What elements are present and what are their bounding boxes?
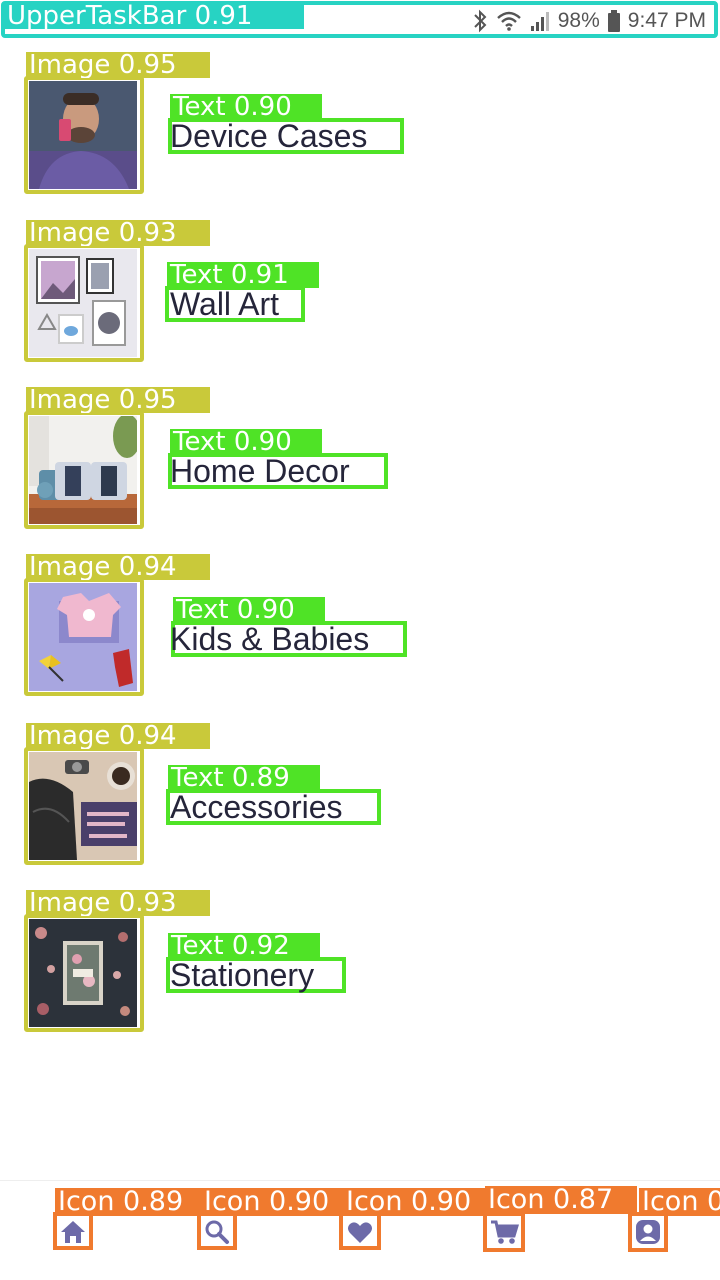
battery-percent: 98% xyxy=(557,9,600,32)
category-label[interactable]: Device Cases xyxy=(170,119,367,153)
text-tag-label: Text xyxy=(170,262,223,288)
image-tag-label: Image xyxy=(29,890,111,916)
text-detection-tag: Text 0.90 xyxy=(173,597,325,623)
stationery-thumbnail[interactable] xyxy=(29,919,137,1027)
category-label[interactable]: Wall Art xyxy=(170,287,279,321)
image-detection-tag: Image 0.94 xyxy=(26,554,210,580)
image-detection-tag: Image 0.93 xyxy=(26,220,210,246)
device-cases-thumbnail[interactable] xyxy=(29,81,137,189)
text-tag-score: 0.92 xyxy=(231,933,290,959)
clock: 9:47 PM xyxy=(627,9,706,32)
image-tag-score: 0.94 xyxy=(118,723,177,749)
text-detection-tag: Text 0.90 xyxy=(170,429,322,455)
kids-babies-thumbnail[interactable] xyxy=(29,583,137,691)
image-tag-label: Image xyxy=(29,52,111,78)
status-bar-detection-tag: UpperTaskBar 0.91 xyxy=(4,3,304,29)
wifi-icon xyxy=(496,11,521,31)
icon-detection-tag: Icon 0.87 xyxy=(485,1186,637,1214)
image-detection-tag: Image 0.95 xyxy=(26,387,210,413)
search-icon[interactable] xyxy=(197,1212,237,1252)
category-label[interactable]: Stationery xyxy=(170,958,314,992)
battery-icon xyxy=(607,10,620,32)
signal-icon xyxy=(530,12,549,31)
accessories-thumbnail[interactable] xyxy=(29,752,137,860)
category-label[interactable]: Kids & Babies xyxy=(170,622,369,656)
cart-icon[interactable] xyxy=(484,1212,524,1252)
text-tag-score: 0.90 xyxy=(233,429,292,455)
wall-art-thumbnail[interactable] xyxy=(29,249,137,357)
home-icon[interactable] xyxy=(53,1212,93,1252)
image-tag-score: 0.94 xyxy=(118,554,177,580)
text-tag-label: Text xyxy=(171,765,224,791)
image-detection-tag: Image 0.94 xyxy=(26,723,210,749)
image-tag-score: 0.95 xyxy=(118,52,177,78)
category-label[interactable]: Home Decor xyxy=(170,454,350,488)
text-tag-score: 0.90 xyxy=(233,94,292,120)
text-detection-tag: Text 0.92 xyxy=(168,933,320,959)
text-tag-score: 0.90 xyxy=(236,597,295,623)
image-tag-label: Image xyxy=(29,387,111,413)
image-tag-label: Image xyxy=(29,220,111,246)
image-tag-score: 0.93 xyxy=(118,890,177,916)
status-bar-tag-label: UpperTaskBar xyxy=(7,3,187,29)
image-tag-label: Image xyxy=(29,554,111,580)
text-detection-tag: Text 0.89 xyxy=(168,765,320,791)
category-label[interactable]: Accessories xyxy=(170,790,343,824)
image-tag-label: Image xyxy=(29,723,111,749)
image-tag-score: 0.93 xyxy=(118,220,177,246)
text-tag-label: Text xyxy=(173,429,226,455)
image-detection-tag: Image 0.95 xyxy=(26,52,210,78)
status-bar: UpperTaskBar 0.91 98% 9:47 PM xyxy=(0,0,720,40)
profile-icon[interactable] xyxy=(628,1212,668,1252)
text-detection-tag: Text 0.91 xyxy=(167,262,319,288)
status-icons: 98% 9:47 PM xyxy=(472,6,706,36)
home-decor-thumbnail[interactable] xyxy=(29,416,137,524)
text-tag-score: 0.89 xyxy=(231,765,290,791)
image-tag-score: 0.95 xyxy=(118,387,177,413)
text-detection-tag: Text 0.90 xyxy=(170,94,322,120)
image-detection-tag: Image 0.93 xyxy=(26,890,210,916)
app-root: UpperTaskBar 0.91 98% 9:47 PM Image 0.95… xyxy=(0,0,720,1280)
text-tag-label: Text xyxy=(171,933,224,959)
status-bar-tag-score: 0.91 xyxy=(194,3,253,29)
text-tag-label: Text xyxy=(173,94,226,120)
heart-icon[interactable] xyxy=(340,1212,380,1252)
text-tag-label: Text xyxy=(176,597,229,623)
text-tag-score: 0.91 xyxy=(230,262,289,288)
bluetooth-icon xyxy=(474,9,487,33)
